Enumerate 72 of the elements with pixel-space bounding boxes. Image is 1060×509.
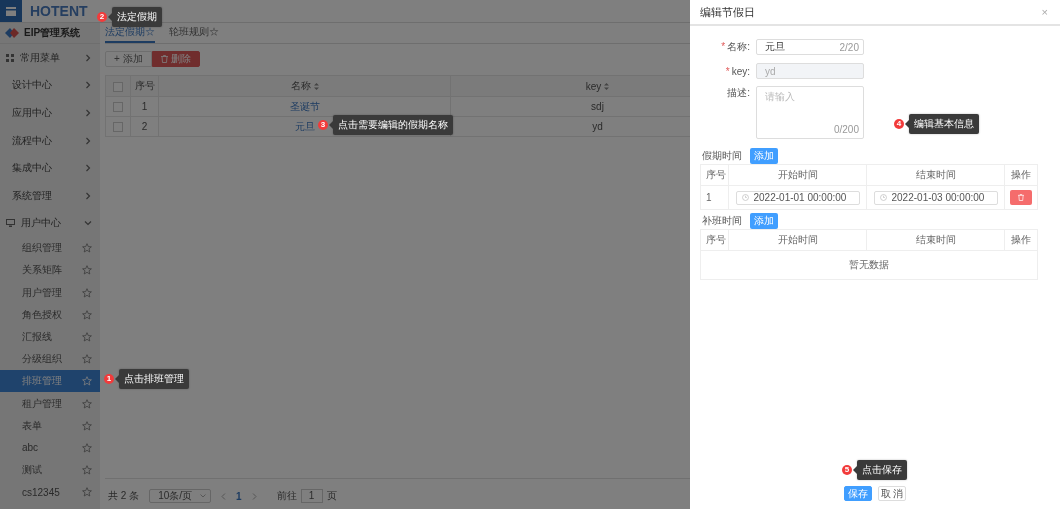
menu-item[interactable]: cs12345 [0, 481, 100, 504]
add-button[interactable]: 添加 [750, 148, 778, 164]
menu-item[interactable]: abc [0, 436, 100, 460]
table-cell: 1 [141, 101, 148, 112]
table-cell: 1 [706, 192, 712, 203]
delete-button[interactable]: 删除 [151, 51, 200, 67]
table-cell: yd [592, 121, 603, 132]
column-header: 操作 [1011, 169, 1031, 180]
menu-item[interactable]: 用户管理 [0, 281, 100, 304]
key-input[interactable]: yd [756, 63, 864, 79]
menu-item[interactable]: 分级组织 [0, 348, 100, 371]
menu-group[interactable]: 流程中心 [0, 126, 100, 155]
logo: HOTENT [30, 3, 88, 19]
holiday-name-link[interactable]: 元旦 [294, 120, 315, 132]
menu-group[interactable]: 常用菜单 [0, 44, 100, 72]
column-header: 序号 [706, 169, 726, 180]
step-badge: 4 [894, 119, 904, 129]
table-cell: 2 [141, 121, 148, 132]
page-size-select[interactable]: 10条/页 [149, 489, 212, 503]
column-header: 操作 [1011, 234, 1031, 245]
save-button[interactable]: 保存 [844, 486, 872, 501]
required-mark: * [721, 41, 726, 52]
goto-label: 前往 [276, 489, 297, 503]
add-button[interactable]: + 添加 [105, 51, 152, 67]
description-textarea[interactable]: 请输入 0/200 [756, 86, 864, 139]
required-mark: * [725, 65, 730, 77]
column-header: key [585, 80, 602, 92]
page-unit: 页 [326, 489, 337, 503]
field-label: key: [731, 65, 750, 77]
field-label: 描述: [727, 87, 750, 98]
column-header: 开始时间 [777, 169, 818, 180]
column-header: 结束时间 [915, 169, 956, 180]
step-badge: 2 [97, 12, 107, 22]
drawer-title: 编辑节假日 [700, 4, 755, 20]
name-input[interactable]: 元旦 2/20 [756, 39, 864, 55]
goto-page-field[interactable]: 1 [300, 489, 323, 503]
tab[interactable]: 轮班规则☆ [169, 23, 219, 43]
section-label: 假期时间 [701, 149, 742, 163]
close-button[interactable]: × [1041, 6, 1048, 18]
field-label: 名称: [727, 41, 750, 52]
menu-item[interactable]: 租户管理 [0, 392, 100, 415]
menu-group[interactable]: 设计中心 [0, 71, 100, 100]
menu-item[interactable]: 排班管理 [0, 370, 100, 393]
menu-group[interactable]: 集成中心 [0, 154, 100, 182]
menu-group[interactable]: 用户中心 [0, 209, 100, 238]
end-date-field[interactable]: 2022-01-03 00:00:00 [873, 190, 998, 205]
step-badge: 3 [318, 120, 328, 130]
empty-message: 暂无数据 [849, 259, 889, 270]
menu-item[interactable]: 关系矩阵 [0, 259, 100, 282]
table-cell: sdj [591, 101, 604, 112]
page-number[interactable]: 1 [236, 490, 242, 502]
cancel-button[interactable]: 取 消 [878, 486, 906, 501]
menu-item[interactable]: 角色授权 [0, 303, 100, 326]
menu-item[interactable]: 组织管理 [0, 237, 100, 260]
menu-group[interactable]: 系统管理 [0, 181, 100, 210]
menu-item[interactable]: 汇报线 [0, 325, 100, 349]
section-label: 补班时间 [701, 214, 742, 228]
column-header: 序号 [134, 80, 155, 91]
system-title: EIP管理系统 [24, 26, 81, 40]
step-badge: 5 [842, 465, 852, 475]
step-badge: 1 [104, 374, 114, 384]
column-header: 开始时间 [777, 234, 818, 245]
total-count: 共 2 条 [108, 489, 140, 503]
column-header: 结束时间 [915, 234, 956, 245]
column-header: 名称 [290, 80, 311, 91]
menu-item[interactable]: 表单 [0, 414, 100, 437]
add-button[interactable]: 添加 [750, 213, 778, 229]
menu-group[interactable]: 应用中心 [0, 99, 100, 127]
menu-item[interactable]: 测试 [0, 459, 100, 482]
start-date-field[interactable]: 2022-01-01 00:00:00 [735, 190, 860, 205]
column-header: 序号 [706, 234, 726, 245]
holiday-name-link[interactable]: 圣诞节 [289, 100, 320, 112]
